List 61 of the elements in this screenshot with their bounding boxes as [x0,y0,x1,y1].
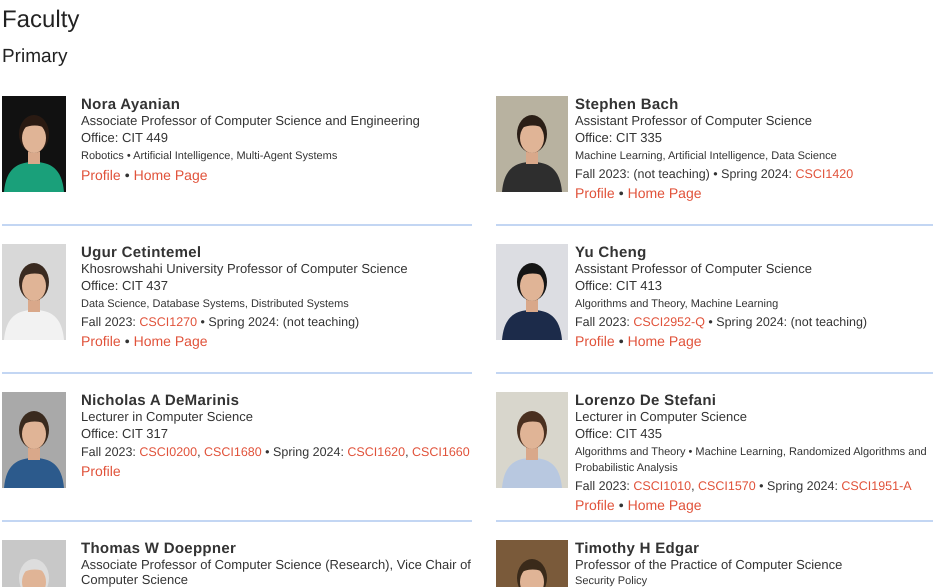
office-location: Office: CIT 437 [81,277,169,295]
teaching-line: Fall 2023: CSCI1010, CSCI1570 • Spring 2024: CSCI1951-A [575,478,913,495]
course-link[interactable]: CSCI2952-Q [633,315,705,329]
faculty-title: Khosrowshahi University Professor of Computer Science [81,261,408,276]
office-location: Office: CIT 435 [575,425,663,443]
profile-link[interactable]: Profile [81,461,121,482]
office-location: Office: CIT 317 [81,425,169,443]
profile-link[interactable]: Profile [81,331,121,352]
course-link[interactable]: CSCI1420 [796,167,854,181]
research-areas: Security Policy [575,573,842,587]
profile-link[interactable]: Home Page [628,331,702,352]
link-separator: • [618,332,624,351]
research-areas: Robotics • Artificial Intelligence, Multi-Agent Systems [81,148,420,164]
course-link[interactable]: CSCI0200 [139,445,198,459]
faculty-title: Professor of the Practice of Computer Science [575,557,842,572]
research-areas: Data Science, Database Systems, Distributed Systems [81,296,408,312]
faculty-title: Associate Professor of Computer Science and Engineering [81,113,420,128]
research-areas: Machine Learning, Artificial Intelligence, Data Science [575,148,854,164]
teaching-line: Fall 2023: CSCI1270 • Spring 2024: (not teaching) [81,314,360,331]
research-areas: Algorithms and Theory, Machine Learning [575,296,868,312]
faculty-name: Nicholas A DeMarinis [81,392,240,409]
faculty-title: Lecturer in Computer Science [81,409,254,424]
section-heading: Primary [2,45,68,69]
course-link[interactable]: CSCI1680 [204,445,262,459]
profile-link[interactable]: Home Page [134,331,208,352]
teaching-line: Fall 2023: (not teaching) • Spring 2024: CSCI1420 [575,166,854,183]
research-areas: Algorithms and Theory • Machine Learning, Randomized Algorithms and Probabilistic Analysis [575,444,933,476]
course-link[interactable]: CSCI1951-A [841,479,912,493]
profile-link[interactable]: Home Page [628,495,702,516]
profile-link[interactable]: Profile [81,165,121,186]
teaching-line: Fall 2023: CSCI0200, CSCI1680 • Spring 2024: CSCI1620, CSCI1660 [81,444,470,461]
office-location: Office: CIT 449 [81,129,169,147]
profile-link[interactable]: Profile [575,331,615,352]
course-link[interactable]: CSCI1570 [698,479,756,493]
faculty-name: Ugur Cetintemel [81,244,202,261]
course-link[interactable]: CSCI1270 [139,315,198,329]
link-separator: • [124,166,130,185]
teaching-line: Fall 2023: CSCI2952-Q • Spring 2024: (not teaching) [575,314,868,331]
faculty-name: Thomas W Doeppner [81,540,238,557]
faculty-title: Lecturer in Computer Science [575,409,748,424]
office-location: Office: CIT 335 [575,129,663,147]
profile-link[interactable]: Home Page [134,165,208,186]
faculty-name: Stephen Bach [575,96,680,113]
faculty-name: Lorenzo De Stefani [575,392,718,409]
link-separator: • [124,332,130,351]
faculty-title: Associate Professor of Computer Science (Research), Vice Chair of Computer Science [81,557,472,587]
course-link[interactable]: CSCI1660 [412,445,470,459]
faculty-name: Timothy H Edgar [575,540,700,557]
page-heading: Faculty [2,5,80,35]
link-separator: • [618,496,624,515]
course-link[interactable]: CSCI1010 [633,479,692,493]
profile-link[interactable]: Profile [575,183,615,204]
office-location: Office: CIT 413 [575,277,663,295]
faculty-title: Assistant Professor of Computer Science [575,113,813,128]
profile-link[interactable]: Home Page [628,183,702,204]
faculty-name: Nora Ayanian [81,96,182,113]
link-separator: • [618,184,624,203]
faculty-title: Assistant Professor of Computer Science [575,261,813,276]
profile-link[interactable]: Profile [575,495,615,516]
course-link[interactable]: CSCI1620 [347,445,406,459]
faculty-name: Yu Cheng [575,244,648,261]
